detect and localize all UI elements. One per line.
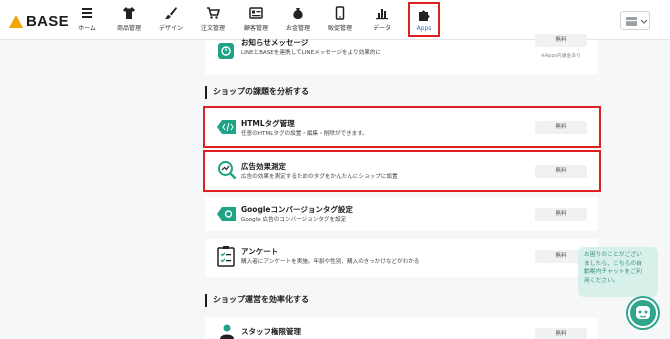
- chat-assistant-button[interactable]: [626, 296, 660, 330]
- app-title: スタッフ権限管理: [241, 327, 301, 336]
- nav-item-data[interactable]: データ: [361, 6, 403, 36]
- google-tag-icon: [217, 207, 236, 221]
- account-menu-button[interactable]: [620, 11, 650, 30]
- price-button[interactable]: 無料: [535, 208, 587, 221]
- section-heading-efficiency: ショップ運営を効率化する: [205, 294, 309, 307]
- customer-card-icon: [249, 7, 263, 19]
- highlight-box-ad-effect: [203, 150, 601, 192]
- base-logo[interactable]: BASE: [9, 12, 69, 30]
- app-title: お知らせメッセージ: [241, 38, 309, 47]
- in-app-purchase-note: ※Apps内課金あり: [541, 54, 581, 59]
- nav-label: 顧客管理: [243, 25, 268, 32]
- nav-label: デザイン: [158, 25, 183, 32]
- app-card-google-conversion[interactable]: Googleコンバージョンタグ設定 Google 広告のコンバージョンタグを設定…: [205, 197, 598, 231]
- nav-label: 販促管理: [327, 25, 352, 32]
- chat-help-text-line: ましたら、こちらの自: [584, 260, 642, 267]
- app-card-survey[interactable]: アンケート 購入者にアンケートを実施。年齢や性別、購入のきっかけなどがわかる 無…: [205, 239, 598, 277]
- base-logo-mark-icon: [9, 14, 23, 28]
- bar-chart-icon: [376, 9, 388, 20]
- app-card-staff-permission[interactable]: スタッフ権限管理 無料: [205, 318, 598, 339]
- app-card-line[interactable]: お知らせメッセージ LINEとBASEを連携してLINEメッセージをより効果的に…: [205, 34, 598, 74]
- app-description: LINEとBASEを連携してLINEメッセージをより効果的に: [241, 50, 382, 56]
- chat-robot-icon: [628, 298, 658, 328]
- puzzle-icon: [419, 10, 430, 21]
- chat-help-text-line: お困りのことがござい: [584, 252, 642, 258]
- staff-icon: [220, 324, 234, 339]
- nav-label: データ: [372, 25, 391, 32]
- highlight-box-html-tag: [203, 106, 601, 148]
- nav-label: 商品管理: [116, 25, 141, 32]
- section-heading-analyze: ショップの課題を分析する: [205, 86, 309, 99]
- cart-icon: [207, 7, 220, 19]
- price-button[interactable]: 無料: [535, 34, 587, 47]
- menu-icon: [82, 8, 92, 18]
- chat-help-bubble[interactable]: お困りのことがござい ましたら、こちらの自 動案内チャットをご利 用ください。: [578, 247, 658, 297]
- nav-label: 注文管理: [200, 25, 225, 32]
- nav-apps-highlight-box: Apps: [408, 2, 440, 37]
- chat-help-text-line: 動案内チャットをご利: [584, 269, 642, 276]
- nav-item-apps[interactable]: Apps: [403, 8, 445, 38]
- chat-help-text-line: 用ください。: [584, 277, 619, 284]
- nav-label: お金管理: [285, 25, 310, 32]
- nav-item-money[interactable]: お金管理: [277, 6, 319, 36]
- app-title: アンケート: [241, 247, 279, 256]
- nav-label: Apps: [416, 25, 432, 32]
- design-brush-icon: [165, 7, 177, 20]
- money-bag-icon: [293, 8, 303, 19]
- line-message-icon: [218, 43, 234, 59]
- shirt-icon: [123, 7, 135, 19]
- base-logo-text: BASE: [26, 12, 69, 30]
- nav-item-home[interactable]: ホーム: [66, 6, 108, 36]
- app-title: Googleコンバージョンタグ設定: [241, 205, 353, 214]
- survey-clipboard-icon: [217, 246, 235, 267]
- app-description: 購入者にアンケートを実施。年齢や性別、購入のきっかけなどがわかる: [241, 259, 420, 265]
- shop-chevron-down-icon: [626, 17, 648, 26]
- nav-item-orders[interactable]: 注文管理: [192, 6, 234, 36]
- nav-item-design[interactable]: デザイン: [150, 6, 192, 36]
- nav-item-products[interactable]: 商品管理: [108, 6, 150, 36]
- nav-label: ホーム: [78, 25, 96, 32]
- nav-item-promotion[interactable]: 販促管理: [319, 6, 361, 36]
- smartphone-icon: [335, 6, 345, 20]
- price-button[interactable]: 無料: [535, 328, 587, 339]
- nav-item-customers[interactable]: 顧客管理: [235, 6, 277, 36]
- app-description: Google 広告のコンバージョンタグを設定: [241, 217, 347, 223]
